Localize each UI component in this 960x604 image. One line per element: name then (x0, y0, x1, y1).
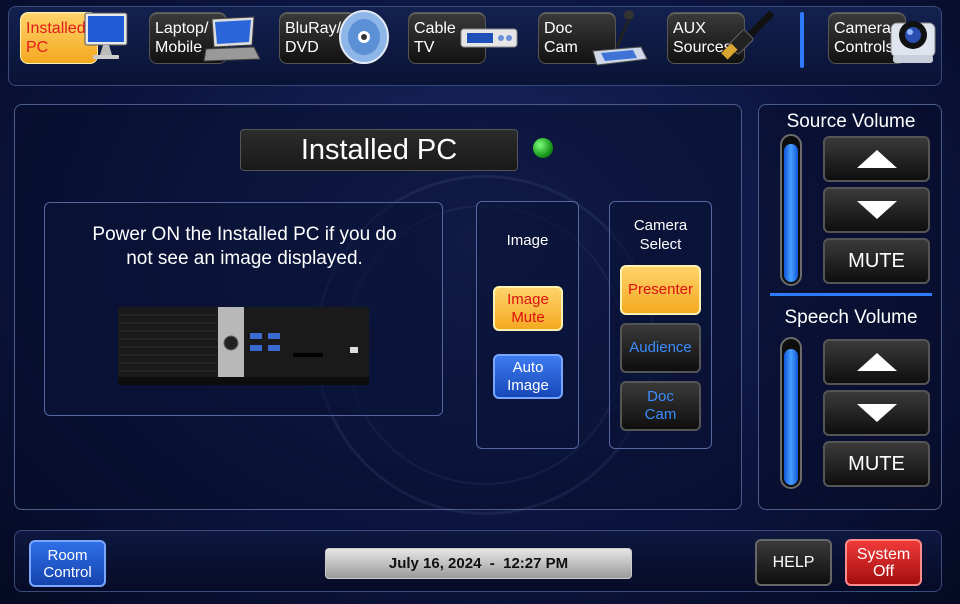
status-led-indicator (533, 138, 553, 158)
source-volume-title: Source Volume (786, 111, 916, 132)
camera-presenter-button[interactable]: Presenter (620, 265, 701, 315)
source-bluray-dvd-button[interactable]: BluRay/ DVD (279, 10, 389, 64)
source-volume-down-button[interactable] (823, 187, 930, 233)
hdmi-cable-icon (721, 10, 775, 60)
auto-image-button[interactable]: Auto Image (493, 354, 563, 399)
camera-doc-cam-button[interactable]: Doc Cam (620, 381, 701, 431)
speech-volume-meter (780, 337, 802, 489)
source-label: Installed PC (26, 20, 86, 56)
arrow-down-icon (856, 404, 897, 422)
source-installed-pc-button[interactable]: Installed PC (20, 12, 128, 64)
source-volume-up-button[interactable] (823, 136, 930, 182)
instructions-box: Power ON the Installed PC if you do not … (44, 202, 443, 416)
source-label: Laptop/ Mobile (155, 20, 209, 56)
top-bar-divider (800, 12, 804, 68)
source-aux-button[interactable]: AUX Sources (667, 10, 775, 64)
ptz-camera-icon (890, 21, 936, 63)
arrow-up-icon (856, 353, 897, 371)
instructions-text: Power ON the Installed PC if you do not … (92, 224, 397, 269)
help-button[interactable]: HELP (755, 539, 832, 586)
arrow-down-icon (856, 201, 897, 219)
source-label: BluRay/ DVD (285, 20, 342, 56)
mute-label: MUTE (848, 452, 905, 475)
room-control-button[interactable]: Room Control (29, 540, 106, 587)
arrow-up-icon (856, 150, 897, 168)
desktop-pc-image (118, 307, 369, 385)
speech-volume-title: Speech Volume (784, 307, 918, 328)
camera-select-title: Camera Select (633, 217, 688, 253)
speech-volume-up-button[interactable] (823, 339, 930, 385)
camera-controls-button[interactable]: Camera Controls (828, 12, 936, 64)
disc-icon (339, 10, 389, 64)
monitor-icon (84, 12, 128, 59)
source-volume-meter (780, 134, 802, 286)
source-mute-button[interactable]: MUTE (823, 238, 930, 284)
camera-audience-button[interactable]: Audience (620, 323, 701, 373)
image-group-title: Image (506, 232, 549, 249)
source-doc-cam-button[interactable]: Doc Cam (538, 10, 648, 66)
source-label: Cable TV (414, 20, 456, 56)
volume-separator (770, 293, 932, 296)
source-laptop-mobile-button[interactable]: Laptop/ Mobile (149, 12, 261, 64)
speech-volume-level (784, 349, 798, 485)
source-cable-tv-button[interactable]: Cable TV (408, 12, 518, 64)
document-camera-icon (592, 10, 648, 66)
image-mute-button[interactable]: Image Mute (493, 286, 563, 331)
speech-volume-down-button[interactable] (823, 390, 930, 436)
date-time-display: July 16, 2024 - 12:27 PM (325, 548, 632, 579)
touch-panel-screen: Installed PC Laptop/ Mobile BluRay/ DVD … (0, 0, 960, 604)
mute-label: MUTE (848, 249, 905, 272)
speech-mute-button[interactable]: MUTE (823, 441, 930, 487)
source-volume-level (784, 144, 798, 282)
laptop-icon (203, 16, 261, 62)
system-off-button[interactable]: System Off (845, 539, 922, 586)
cable-box-icon (460, 28, 518, 48)
source-label: Doc Cam (544, 20, 578, 56)
page-title: Installed PC (240, 129, 518, 171)
